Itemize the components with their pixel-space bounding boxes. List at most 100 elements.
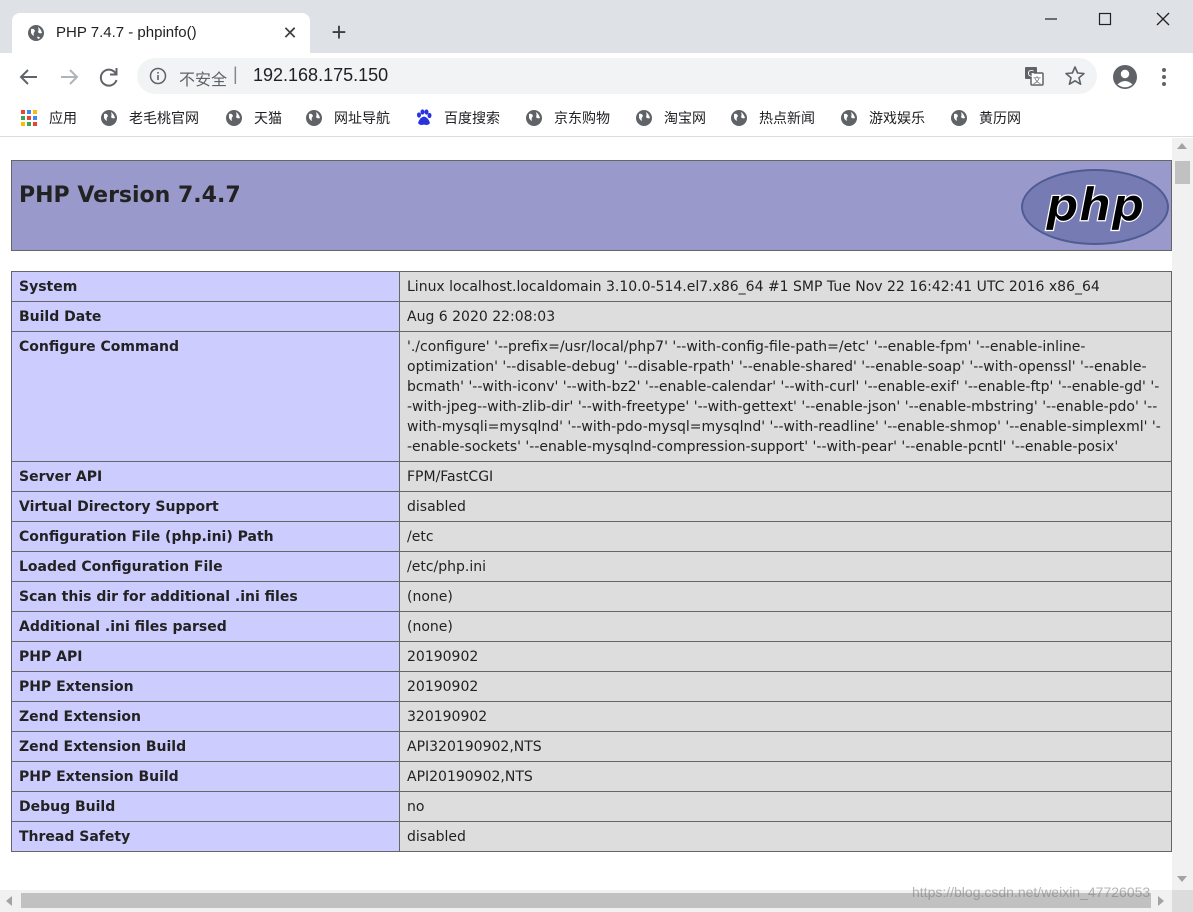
bookmark-url-nav[interactable]: 网址导航 (305, 107, 390, 129)
row-value: disabled (399, 491, 1172, 522)
bookmark-label: 淘宝网 (664, 110, 706, 126)
page-title: PHP Version 7.4.7 (19, 183, 241, 208)
row-value: (none) (399, 581, 1172, 612)
close-window-icon[interactable] (1148, 6, 1178, 32)
omnibox-separator: | (233, 64, 238, 84)
row-value: './configure' '--prefix=/usr/local/php7'… (399, 331, 1172, 462)
globe-icon (841, 110, 857, 126)
table-row: Configure Command './configure' '--prefix… (11, 331, 1172, 462)
globe-icon (28, 25, 44, 41)
close-tab-icon[interactable]: ✕ (279, 22, 301, 44)
row-key: Configure Command (11, 331, 400, 462)
toolbar: 不安全 | 192.168.175.150 G文 (0, 53, 1193, 101)
table-row: Zend Extension Build API320190902,NTS (11, 731, 1172, 762)
more-menu-icon[interactable] (1156, 64, 1172, 90)
forward-arrow-icon[interactable] (54, 62, 84, 92)
reload-icon[interactable] (94, 62, 124, 92)
table-row: Server API FPM/FastCGI (11, 461, 1172, 492)
row-value: no (399, 791, 1172, 822)
bookmark-label: 游戏娱乐 (869, 110, 925, 126)
row-key: Server API (11, 461, 400, 492)
bookmark-hot-news[interactable]: 热点新闻 (730, 107, 815, 129)
bookmark-taobao[interactable]: 淘宝网 (635, 107, 706, 129)
globe-icon (731, 110, 747, 126)
vertical-scrollbar[interactable] (1172, 138, 1193, 890)
scroll-left-arrow-icon[interactable] (6, 896, 12, 906)
translate-icon[interactable]: G文 (1023, 65, 1045, 87)
bookmark-label: 应用 (49, 110, 77, 126)
bookmark-tmall[interactable]: 天猫 (225, 107, 282, 129)
row-key: PHP Extension (11, 671, 400, 702)
new-tab-button[interactable]: + (325, 18, 353, 46)
phpinfo-content: PHP Version 7.4.7 php System Linux localh… (11, 160, 1172, 852)
bookmark-label: 黄历网 (979, 110, 1021, 126)
bookmark-games[interactable]: 游戏娱乐 (840, 107, 925, 129)
scroll-up-arrow-icon[interactable] (1177, 143, 1187, 149)
minimize-icon[interactable] (1036, 6, 1066, 32)
info-icon[interactable] (149, 67, 167, 85)
maximize-icon[interactable] (1090, 6, 1120, 32)
bookmark-label: 京东购物 (554, 110, 610, 126)
globe-icon (526, 110, 542, 126)
table-row: PHP API 20190902 (11, 641, 1172, 672)
bookmark-almanac[interactable]: 黄历网 (950, 107, 1021, 129)
table-row: Virtual Directory Support disabled (11, 491, 1172, 522)
row-key: Zend Extension Build (11, 731, 400, 762)
row-key: Zend Extension (11, 701, 400, 732)
bookmark-star-icon[interactable] (1063, 64, 1087, 88)
row-value: Aug 6 2020 22:08:03 (399, 301, 1172, 332)
url-text[interactable]: 192.168.175.150 (253, 65, 388, 86)
tab-title: PHP 7.4.7 - phpinfo() (56, 24, 197, 41)
address-bar[interactable]: 不安全 | 192.168.175.150 G文 (137, 58, 1097, 94)
scroll-down-arrow-icon[interactable] (1177, 876, 1187, 882)
baidu-paw-icon (417, 109, 432, 125)
scroll-right-arrow-icon[interactable] (1158, 896, 1164, 906)
security-label: 不安全 (179, 72, 228, 89)
row-value: 20190902 (399, 671, 1172, 702)
row-key: Build Date (11, 301, 400, 332)
globe-icon (306, 110, 322, 126)
row-key: PHP API (11, 641, 400, 672)
profile-avatar-icon[interactable] (1112, 64, 1138, 90)
browser-window: PHP 7.4.7 - phpinfo() ✕ + 不安全 | 192.168.… (0, 0, 1193, 912)
table-row: System Linux localhost.localdomain 3.10.0… (11, 271, 1172, 302)
watermark: https://blog.csdn.net/weixin_47726053 (912, 884, 1151, 900)
page-viewport: PHP Version 7.4.7 php System Linux localh… (0, 138, 1172, 890)
info-table: System Linux localhost.localdomain 3.10.0… (11, 271, 1172, 852)
row-key: Virtual Directory Support (11, 491, 400, 522)
row-value: disabled (399, 821, 1172, 852)
row-key: Additional .ini files parsed (11, 611, 400, 642)
php-version-header: PHP Version 7.4.7 php (11, 160, 1172, 251)
bookmark-apps[interactable]: 应用 (20, 107, 77, 129)
globe-icon (226, 110, 242, 126)
table-row: Build Date Aug 6 2020 22:08:03 (11, 301, 1172, 332)
scrollbar-corner (1172, 890, 1193, 912)
table-row: Scan this dir for additional .ini files(… (11, 581, 1172, 612)
globe-icon (951, 110, 967, 126)
table-row: Thread Safety disabled (11, 821, 1172, 852)
php-logo: php (1021, 169, 1169, 245)
php-logo-text: php (1045, 178, 1145, 232)
row-key: Configuration File (php.ini) Path (11, 521, 400, 552)
table-row: PHP Extension 20190902 (11, 671, 1172, 702)
bookmark-laomaotao[interactable]: 老毛桃官网 (100, 107, 199, 129)
table-row: Configuration File (php.ini) Path/etc (11, 521, 1172, 552)
bookmark-label: 百度搜索 (444, 110, 500, 126)
bookmarks-bar: 应用 老毛桃官网 天猫 网址导航 百度搜索 京东购物 淘宝网 热点新闻 游戏娱乐… (0, 101, 1193, 137)
globe-icon (101, 110, 117, 126)
bookmark-label: 热点新闻 (759, 110, 815, 126)
bookmark-jd[interactable]: 京东购物 (525, 107, 610, 129)
apps-grid-icon (21, 110, 37, 126)
row-key: Scan this dir for additional .ini files (11, 581, 400, 612)
tab-phpinfo[interactable]: PHP 7.4.7 - phpinfo() ✕ (12, 13, 310, 53)
tab-strip: PHP 7.4.7 - phpinfo() ✕ + (0, 0, 1193, 53)
vertical-scroll-thumb[interactable] (1175, 161, 1190, 184)
row-value: 320190902 (399, 701, 1172, 732)
row-value: API320190902,NTS (399, 731, 1172, 762)
back-arrow-icon[interactable] (14, 62, 44, 92)
row-key: Loaded Configuration File (11, 551, 400, 582)
row-value: (none) (399, 611, 1172, 642)
row-value: /etc (399, 521, 1172, 552)
bookmark-baidu[interactable]: 百度搜索 (415, 107, 500, 129)
row-key: PHP Extension Build (11, 761, 400, 792)
